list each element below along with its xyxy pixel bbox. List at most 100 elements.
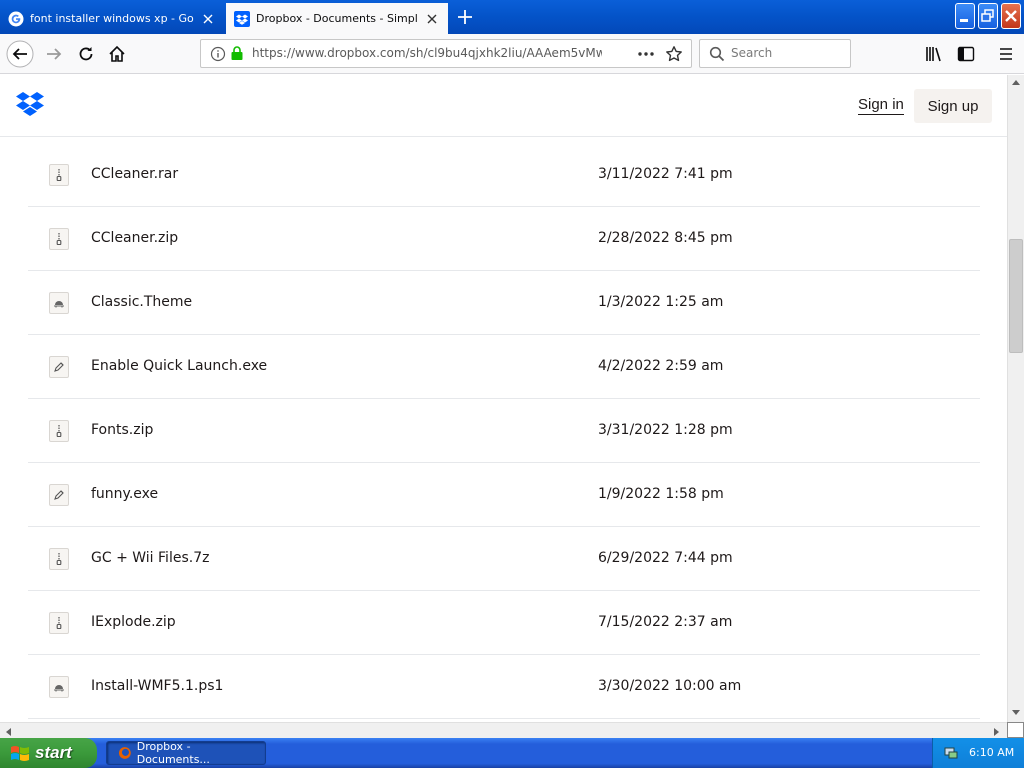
- google-icon: [8, 11, 24, 26]
- windows-logo-icon: [11, 746, 29, 761]
- back-button[interactable]: [4, 38, 36, 70]
- restore-button[interactable]: [978, 3, 998, 29]
- search-icon: [709, 46, 725, 62]
- lock-icon[interactable]: [230, 45, 244, 61]
- system-tray: 6:10 AM: [932, 738, 1024, 768]
- taskbar-item-label: Dropbox - Documents...: [136, 740, 210, 766]
- archive-icon: [49, 548, 69, 570]
- reload-icon: [79, 47, 93, 61]
- vertical-scrollbar[interactable]: [1007, 75, 1024, 722]
- home-icon: [109, 45, 125, 62]
- horizontal-scrollbar[interactable]: [0, 722, 1007, 738]
- reload-button[interactable]: [70, 38, 102, 70]
- search-bar[interactable]: [699, 39, 851, 68]
- close-icon[interactable]: [424, 11, 440, 27]
- bookmark-star-icon[interactable]: [665, 45, 683, 63]
- tab-label: font installer windows xp - Google: [30, 12, 194, 25]
- minimize-icon: [960, 19, 968, 22]
- close-icon[interactable]: [200, 11, 216, 27]
- start-label: start: [35, 743, 72, 762]
- file-row[interactable]: CCleaner.rar 3/11/2022 7:41 pm: [28, 143, 980, 207]
- file-modified-date: 4/2/2022 2:59 am: [598, 358, 724, 374]
- file-modified-date: 3/30/2022 10:00 am: [598, 678, 742, 694]
- file-name[interactable]: funny.exe: [91, 486, 158, 502]
- file-modified-date: 6/29/2022 7:44 pm: [598, 550, 733, 566]
- file-row[interactable]: funny.exe 1/9/2022 1:58 pm: [28, 463, 980, 527]
- archive-icon: [49, 228, 69, 250]
- sign-in-link[interactable]: Sign in: [858, 96, 904, 115]
- back-arrow-icon: [6, 40, 34, 68]
- file-name[interactable]: Install-WMF5.1.ps1: [91, 678, 223, 694]
- firefox-icon: [118, 747, 131, 759]
- file-list: CCleaner.rar 3/11/2022 7:41 pm CCleaner.zi…: [28, 143, 980, 719]
- close-window-button[interactable]: [1001, 3, 1021, 29]
- scroll-left-icon[interactable]: [4, 727, 12, 737]
- web-page: Sign in Sign up CCleaner.rar 3/11/2022 7:…: [0, 75, 1007, 722]
- home-button[interactable]: [101, 38, 133, 70]
- file-name[interactable]: Fonts.zip: [91, 422, 153, 438]
- generic-file-icon: [49, 676, 69, 698]
- archive-icon: [49, 420, 69, 442]
- restore-icon: [981, 9, 994, 22]
- executable-icon: [49, 484, 69, 506]
- file-modified-date: 3/11/2022 7:41 pm: [598, 166, 733, 182]
- library-button[interactable]: [918, 38, 950, 70]
- forward-arrow-icon: [47, 48, 62, 60]
- file-modified-date: 1/3/2022 1:25 am: [598, 294, 724, 310]
- file-modified-date: 7/15/2022 2:37 am: [598, 614, 733, 630]
- scroll-right-icon[interactable]: [993, 727, 1001, 737]
- file-name[interactable]: IExplode.zip: [91, 614, 176, 630]
- new-tab-icon[interactable]: [454, 6, 476, 28]
- file-row[interactable]: CCleaner.zip 2/28/2022 8:45 pm: [28, 207, 980, 271]
- file-name[interactable]: CCleaner.zip: [91, 230, 178, 246]
- tab-dropbox[interactable]: Dropbox - Documents - Simplify yo: [226, 3, 448, 34]
- generic-file-icon: [49, 292, 69, 314]
- file-row[interactable]: Install-WMF5.1.ps1 3/30/2022 10:00 am: [28, 655, 980, 719]
- file-row[interactable]: Classic.Theme 1/3/2022 1:25 am: [28, 271, 980, 335]
- file-name[interactable]: Enable Quick Launch.exe: [91, 358, 267, 374]
- url-text[interactable]: https://www.dropbox.com/sh/cl9bu4qjxhk2l…: [252, 46, 602, 62]
- navigation-toolbar: https://www.dropbox.com/sh/cl9bu4qjxhk2l…: [0, 34, 1024, 74]
- file-modified-date: 3/31/2022 1:28 pm: [598, 422, 733, 438]
- browser-tab-strip: font installer windows xp - Google Dropb…: [0, 0, 1024, 34]
- file-modified-date: 2/28/2022 8:45 pm: [598, 230, 733, 246]
- close-icon: [1005, 10, 1017, 22]
- clock[interactable]: 6:10 AM: [969, 746, 1014, 759]
- scroll-down-icon[interactable]: [1011, 709, 1021, 717]
- minimize-button[interactable]: [955, 3, 975, 29]
- file-row[interactable]: IExplode.zip 7/15/2022 2:37 am: [28, 591, 980, 655]
- file-name[interactable]: GC + Wii Files.7z: [91, 550, 209, 566]
- start-button[interactable]: start: [0, 738, 97, 768]
- network-icon[interactable]: [943, 745, 959, 761]
- sidebar-icon: [957, 46, 975, 62]
- tab-label: Dropbox - Documents - Simplify yo: [256, 12, 418, 25]
- dropbox-icon: [234, 10, 250, 27]
- address-bar[interactable]: https://www.dropbox.com/sh/cl9bu4qjxhk2l…: [200, 39, 692, 68]
- library-icon: [926, 47, 941, 62]
- hamburger-menu-icon: [1000, 48, 1012, 60]
- scrollbar-corner: [1007, 722, 1024, 738]
- taskbar-item-firefox[interactable]: Dropbox - Documents...: [106, 740, 266, 766]
- scroll-up-icon[interactable]: [1011, 78, 1021, 86]
- info-icon[interactable]: [210, 46, 226, 62]
- menu-button[interactable]: [990, 38, 1022, 70]
- file-modified-date: 1/9/2022 1:58 pm: [598, 486, 724, 502]
- sign-up-button[interactable]: Sign up: [914, 89, 992, 123]
- file-row[interactable]: Fonts.zip 3/31/2022 1:28 pm: [28, 399, 980, 463]
- scrollbar-thumb[interactable]: [1009, 239, 1023, 353]
- site-header: Sign in Sign up: [0, 75, 1007, 137]
- file-row[interactable]: GC + Wii Files.7z 6/29/2022 7:44 pm: [28, 527, 980, 591]
- sidebar-button[interactable]: [950, 38, 982, 70]
- file-name[interactable]: Classic.Theme: [91, 294, 192, 310]
- file-row[interactable]: Enable Quick Launch.exe 4/2/2022 2:59 am: [28, 335, 980, 399]
- tab-google-search[interactable]: font installer windows xp - Google: [0, 3, 224, 34]
- executable-icon: [49, 356, 69, 378]
- search-input[interactable]: [731, 46, 841, 60]
- dropbox-logo-icon[interactable]: [16, 91, 44, 117]
- file-name[interactable]: CCleaner.rar: [91, 166, 178, 182]
- page-actions-icon[interactable]: [637, 47, 655, 61]
- archive-icon: [49, 612, 69, 634]
- taskbar: start Dropbox - Documents... 6:10 AM: [0, 738, 1024, 768]
- forward-button[interactable]: [38, 38, 70, 70]
- archive-icon: [49, 164, 69, 186]
